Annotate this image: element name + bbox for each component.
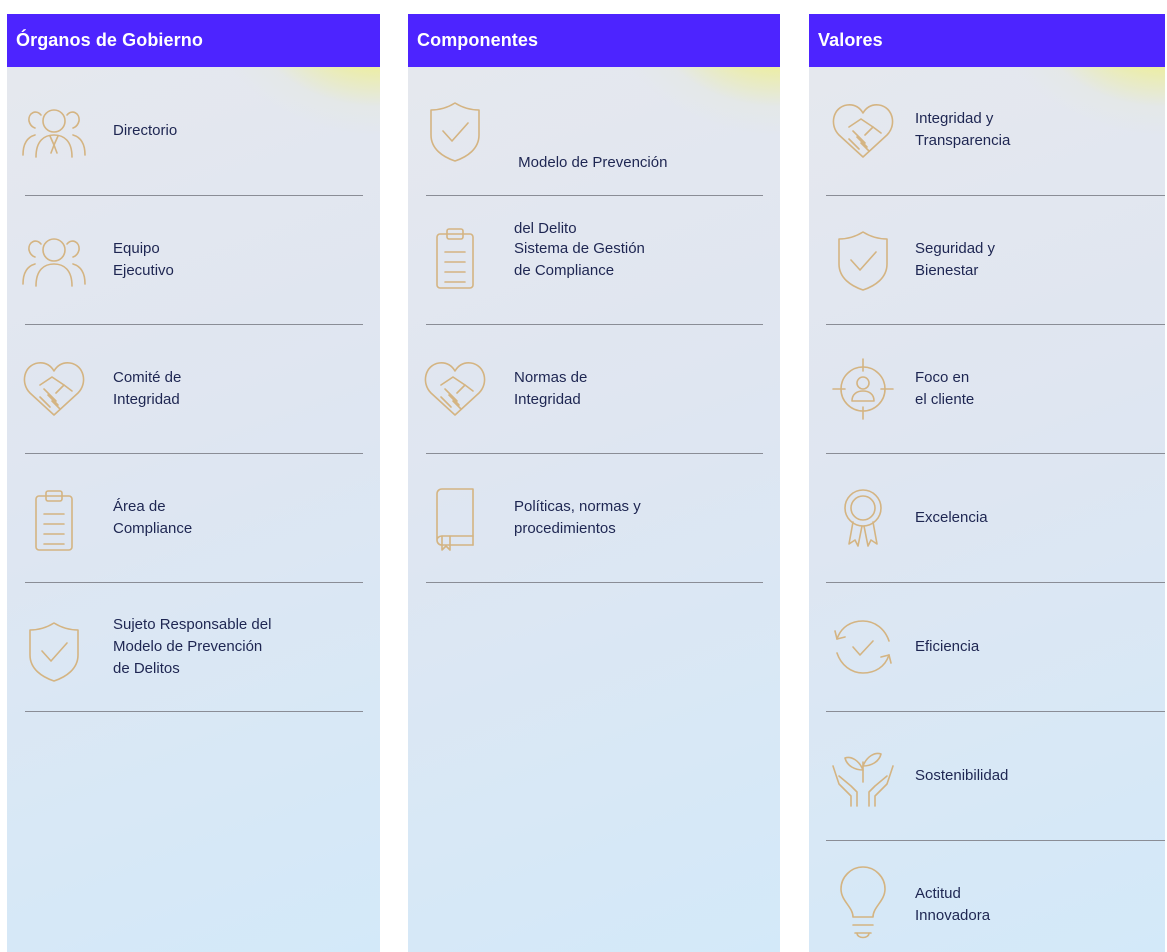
- list-item: Integridad y Transparencia: [809, 67, 1165, 196]
- item-label: Sujeto Responsable del Modelo de Prevenc…: [113, 616, 272, 677]
- column-title: Componentes: [408, 14, 780, 67]
- list-item: Sistema de Gestión de Compliance: [408, 196, 780, 325]
- list-item: Directorio: [7, 67, 380, 196]
- list-item: Foco en el cliente: [809, 325, 1165, 454]
- shield-check-icon: [829, 226, 897, 294]
- list-item: Equipo Ejecutivo: [7, 196, 380, 325]
- people-icon: [20, 226, 88, 294]
- column-title: Valores: [809, 14, 1165, 67]
- shield-check-icon: [421, 97, 489, 165]
- item-label: Excelencia: [915, 509, 988, 526]
- item-label: Equipo Ejecutivo: [113, 240, 174, 279]
- list-item: Eficiencia: [809, 583, 1165, 712]
- item-label: Directorio: [113, 122, 178, 139]
- item-label: Foco en el cliente: [915, 369, 975, 408]
- book-icon: [421, 484, 489, 552]
- list-item: Políticas, normas y procedimientos: [408, 454, 780, 583]
- item-label: Área de Compliance: [113, 498, 193, 537]
- list-item: Actitud Innovadora: [809, 841, 1165, 952]
- clipboard-icon: [20, 488, 88, 556]
- award-ribbon-icon: [829, 484, 897, 552]
- list-item: Sujeto Responsable del Modelo de Prevenc…: [7, 583, 380, 712]
- clipboard-icon: [421, 226, 489, 294]
- item-label: Normas de Integridad: [514, 369, 588, 408]
- list-item: Sostenibilidad: [809, 712, 1165, 841]
- column-valores: Valores Integridad y Transparencia Segur…: [809, 14, 1165, 952]
- item-label: Integridad y Transparencia: [915, 110, 1011, 149]
- target-person-icon: [829, 355, 897, 423]
- people-icon: [20, 97, 88, 165]
- list-item: Excelencia: [809, 454, 1165, 583]
- item-label: Políticas, normas y procedimientos: [514, 498, 641, 537]
- column-title: Órganos de Gobierno: [7, 14, 380, 67]
- column-componentes: Componentes Modelo de Prevención del Del…: [408, 14, 780, 952]
- item-label: Sostenibilidad: [915, 767, 1009, 784]
- item-label: Comité de Integridad: [113, 369, 182, 408]
- handshake-heart-icon: [20, 355, 88, 423]
- hands-plant-icon: [829, 742, 897, 810]
- list-item: Área de Compliance: [7, 454, 380, 583]
- divider: [25, 711, 363, 712]
- handshake-heart-icon: [829, 97, 897, 165]
- divider: [426, 582, 763, 583]
- item-label: Eficiencia: [915, 638, 980, 655]
- list-item: Modelo de Prevención del Delito: [408, 67, 780, 237]
- item-label: Seguridad y Bienestar: [915, 240, 996, 279]
- cycle-check-icon: [829, 613, 897, 681]
- list-item: Comité de Integridad: [7, 325, 380, 454]
- lightbulb-icon: [829, 863, 897, 947]
- list-item: Normas de Integridad: [408, 325, 780, 454]
- column-organos-de-gobierno: Órganos de Gobierno Directorio Equipo Ej: [7, 14, 380, 952]
- shield-check-icon: [20, 617, 88, 685]
- list-item: Seguridad y Bienestar: [809, 196, 1165, 325]
- handshake-heart-icon: [421, 355, 489, 423]
- item-label: Sistema de Gestión de Compliance: [514, 240, 645, 279]
- item-label: Actitud Innovadora: [915, 885, 991, 924]
